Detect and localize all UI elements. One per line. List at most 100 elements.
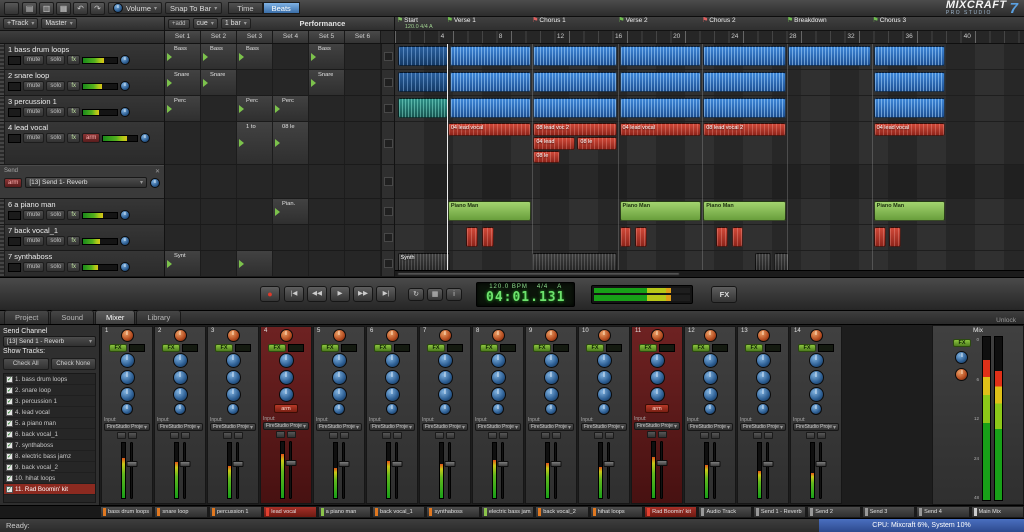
eq-knob[interactable]: [279, 353, 294, 368]
loop-button[interactable]: ↻: [408, 288, 424, 301]
solo-button[interactable]: solo: [46, 107, 65, 117]
save-icon[interactable]: ▦: [56, 2, 71, 15]
performance-cell[interactable]: [345, 122, 381, 164]
eq-knob[interactable]: [438, 370, 453, 385]
unlock-label[interactable]: Unlock: [992, 317, 1020, 324]
show-track-item[interactable]: ✓9. back vocal_2: [4, 462, 95, 473]
mixer-channel-strip[interactable]: 8FXInput:FireStudio Proje▾: [472, 326, 524, 504]
send-level-knob[interactable]: [492, 329, 505, 342]
play-icon[interactable]: [239, 139, 244, 147]
volume-fader[interactable]: [289, 441, 292, 499]
eq-knob[interactable]: [120, 353, 135, 368]
eq-knob[interactable]: [279, 370, 294, 385]
performance-cell[interactable]: [273, 44, 309, 69]
mixer-channel-strip[interactable]: 12FXInput:FireStudio Proje▾: [684, 326, 736, 504]
performance-cell[interactable]: [165, 122, 201, 164]
play-icon[interactable]: [167, 105, 172, 113]
audio-clip[interactable]: 08 lead voc 2: [533, 123, 617, 136]
eq-knob[interactable]: [120, 370, 135, 385]
solo-button[interactable]: [499, 432, 508, 439]
audio-clip[interactable]: 04 lead vocal: [448, 123, 532, 136]
performance-cell[interactable]: Bass: [165, 44, 201, 69]
solo-button[interactable]: solo: [46, 236, 65, 246]
performance-cell[interactable]: 08 le: [273, 122, 309, 164]
perf-add-button[interactable]: +add: [168, 19, 190, 29]
timeline-ruler[interactable]: 481216202428323640: [395, 31, 1024, 44]
audio-clip[interactable]: [450, 98, 532, 118]
new-project-icon[interactable]: ▤: [22, 2, 37, 15]
pan-knob[interactable]: [810, 403, 822, 415]
eq-knob[interactable]: [597, 370, 612, 385]
scrollbar-thumb[interactable]: [397, 272, 680, 276]
tab-project[interactable]: Project: [4, 310, 49, 324]
checkbox-icon[interactable]: ✓: [6, 431, 13, 438]
send-level-knob[interactable]: [333, 329, 346, 342]
send-level-knob[interactable]: [439, 329, 452, 342]
audio-clip[interactable]: 04 lead vocal: [874, 123, 946, 136]
track-row[interactable]: 6 a piano manmutesolofx: [0, 199, 164, 225]
mixer-track-label[interactable]: snare loop: [154, 506, 207, 518]
solo-button[interactable]: [605, 432, 614, 439]
input-select[interactable]: FireStudio Proje▾: [422, 423, 468, 431]
fader-handle[interactable]: [815, 461, 826, 467]
volume-fader[interactable]: [183, 442, 186, 499]
info-button[interactable]: i: [446, 288, 462, 301]
audio-clip[interactable]: [450, 46, 532, 66]
mixer-channel-strip[interactable]: 2FXInput:FireStudio Proje▾: [154, 326, 206, 504]
performance-cell[interactable]: [345, 96, 381, 121]
timeline-marker[interactable]: ⚑Chorus 2: [702, 17, 736, 24]
audio-clip[interactable]: [703, 46, 785, 66]
eq-knob[interactable]: [491, 370, 506, 385]
perf-quantize-select[interactable]: 1 bar ▾: [221, 18, 251, 29]
master-eq-knob[interactable]: [955, 351, 968, 364]
mute-button[interactable]: mute: [23, 236, 44, 246]
arm-button[interactable]: arm: [82, 133, 100, 143]
pan-knob[interactable]: [704, 403, 716, 415]
eq-knob[interactable]: [226, 370, 241, 385]
mixer-channel-strip[interactable]: 7FXInput:FireStudio Proje▾: [419, 326, 471, 504]
track-row[interactable]: 2 snare loopmutesolofx: [0, 70, 164, 96]
audio-clip[interactable]: [533, 98, 617, 118]
eq-knob[interactable]: [226, 387, 241, 402]
send-channel-select[interactable]: [13] Send 1 - Reverb ▾: [3, 336, 96, 347]
performance-cell[interactable]: [309, 199, 345, 224]
fader-handle[interactable]: [285, 460, 296, 466]
play-icon[interactable]: [167, 53, 172, 61]
rewind-button[interactable]: ◀◀: [307, 286, 327, 302]
send-level-knob[interactable]: [174, 329, 187, 342]
eq-knob[interactable]: [173, 370, 188, 385]
perf-cue-select[interactable]: cue ▾: [193, 18, 218, 29]
mute-button[interactable]: [382, 432, 391, 439]
send-level-knob[interactable]: [386, 329, 399, 342]
show-track-item[interactable]: ✓5. a piano man: [4, 418, 95, 429]
redo-icon[interactable]: ↷: [90, 2, 105, 15]
volume-fader[interactable]: [660, 441, 663, 499]
show-track-item[interactable]: ✓6. back vocal_1: [4, 429, 95, 440]
timeline-marker[interactable]: ⚑Start120.0 4/4 A: [397, 17, 433, 31]
set-tab[interactable]: Set 1: [165, 31, 201, 43]
mixer-channel-strip[interactable]: 10FXInput:FireStudio Proje▾: [578, 326, 630, 504]
solo-button[interactable]: solo: [46, 133, 65, 143]
fx-button[interactable]: FX: [374, 344, 392, 352]
eq-knob[interactable]: [650, 353, 665, 368]
fast-forward-button[interactable]: ▶▶: [353, 286, 373, 302]
send-knob[interactable]: [150, 178, 160, 188]
mute-button[interactable]: mute: [23, 55, 44, 65]
volume-fader[interactable]: [501, 442, 504, 499]
mixer-track-label[interactable]: a piano man: [318, 506, 371, 518]
fx-button[interactable]: fx: [67, 133, 80, 143]
audio-clip[interactable]: 08 le: [577, 137, 617, 150]
bpm-value[interactable]: 120.0 BPM: [489, 284, 528, 290]
mixer-channel-strip[interactable]: 5FXInput:FireStudio Proje▾: [313, 326, 365, 504]
performance-cell[interactable]: Perc: [165, 96, 201, 121]
play-icon[interactable]: [167, 260, 172, 268]
fx-button[interactable]: FX: [480, 344, 498, 352]
performance-cell[interactable]: [345, 44, 381, 69]
input-select[interactable]: FireStudio Proje▾: [263, 422, 309, 430]
set-tab[interactable]: Set 2: [201, 31, 237, 43]
mute-button[interactable]: [594, 432, 603, 439]
eq-knob[interactable]: [279, 387, 294, 402]
eq-knob[interactable]: [491, 387, 506, 402]
tab-sound[interactable]: Sound: [50, 310, 94, 324]
pan-knob[interactable]: [598, 403, 610, 415]
